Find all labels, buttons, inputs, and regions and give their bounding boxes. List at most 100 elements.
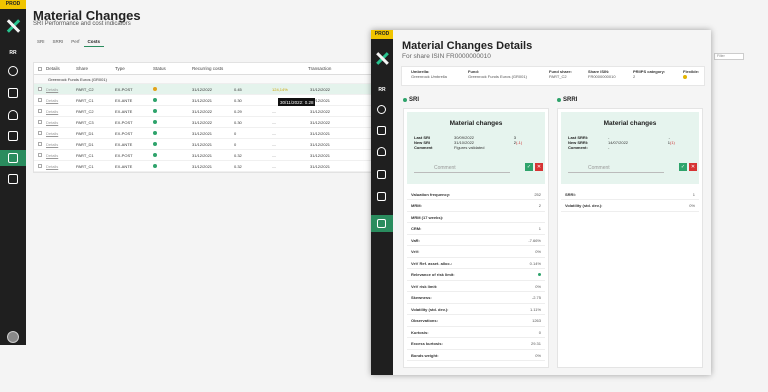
sri-reject-button[interactable]: ✕ [535,163,543,171]
table-row[interactable]: Details PART_C2 EX-ANTE 31/12/2022 0.29 — 31/1… [34,106,372,117]
srri-accept-button[interactable]: ✓ [679,163,687,171]
change-cell: — [272,130,276,136]
transaction-date-cell: 31/12/2022 [310,119,331,125]
user-initials[interactable]: RR [0,50,26,56]
indicator-value: 2 [538,203,541,208]
details-link[interactable]: Details [46,98,76,103]
status-dot-icon [153,108,157,113]
status-cell [153,86,192,92]
panel-user-initials[interactable]: RR [371,87,393,93]
row-checkbox[interactable] [34,87,46,91]
app-logo-icon[interactable] [6,19,20,33]
value-cell: 0.32 [234,163,242,169]
table-row[interactable]: Details PART_C1 EX-ANTE 31/12/2021 0.30 31/12… [34,95,372,106]
status-cell [153,119,192,125]
sri-comment-input[interactable]: Comment [414,164,510,173]
indicator-value: 1 [538,226,541,231]
type-cell: EX-POST [115,130,133,136]
chart-tooltip: 30/11/2022: 0.28 [278,98,316,106]
report-icon[interactable] [8,131,18,141]
indicator-value: -2.75 [531,295,541,300]
share-cell: PART_C3 [76,119,94,125]
indicator-label: Volatility (std. dev.): [411,306,449,312]
details-link[interactable]: Details [46,153,76,158]
table-row[interactable]: Details PART_C2 EX-POST 31/12/2022 0.45 124,1… [34,84,372,95]
indicator-label: VeV: [411,249,420,254]
clock-icon[interactable] [8,66,18,76]
share-cell: PART_C1 [76,163,94,169]
transaction-date-cell: 31/12/2021 [310,130,331,136]
row-checkbox[interactable] [34,164,46,168]
panel-report-icon[interactable] [377,170,386,179]
table-row[interactable]: Details PART_C3 EX-POST 31/12/2022 0.30 — 31/1… [34,117,372,128]
col-transaction[interactable]: Transaction [308,66,342,71]
table-row[interactable]: Details PART_D1 EX-ANTE 31/12/2021 0 — 31/12/2… [34,139,372,150]
select-all-checkbox[interactable] [34,66,46,71]
sri-accept-button[interactable]: ✓ [525,163,533,171]
row-checkbox[interactable] [34,98,46,102]
panel-table-icon[interactable] [377,219,386,228]
transaction-date-cell: 31/12/2022 [310,108,331,114]
filter-input[interactable]: Filter [714,53,744,60]
change-cell: — [272,108,276,114]
indicator-value: 1263 [532,318,541,323]
row-checkbox[interactable] [34,153,46,157]
row-checkbox[interactable] [34,131,46,135]
date-cell: 31/12/2022 [192,119,213,125]
costs-table: Details Share Type Status Recurring cost… [33,62,373,173]
type-cell: EX-ANTE [115,97,133,103]
panel-users-icon[interactable] [377,147,386,156]
srri-reject-button[interactable]: ✕ [689,163,697,171]
panel-book-icon[interactable] [377,192,386,201]
tab-costs[interactable]: Costs [83,37,105,47]
table-row[interactable]: Details PART_C1 EX-POST 31/12/2021 0.32 — 31/1… [34,150,372,161]
date-cell: 31/12/2022 [192,108,213,114]
row-checkbox[interactable] [34,120,46,124]
table-icon[interactable] [8,174,18,184]
details-link[interactable]: Details [46,109,76,114]
tab-perf[interactable]: Perf [67,37,83,47]
details-link[interactable]: Details [46,87,76,92]
env-badge: PROD [0,0,26,9]
details-link[interactable]: Details [46,120,76,125]
srri-indicator-row: Volatility (std. dev.): 0% [561,201,699,212]
panel-clock-icon[interactable] [377,105,386,114]
meta-fund-value: Greenrock Funds Euros (GR001) [468,73,527,79]
row-checkbox[interactable] [34,142,46,146]
book-icon[interactable] [8,153,18,163]
details-link[interactable]: Details [46,131,76,136]
indicator-value: 0% [535,249,541,254]
col-type[interactable]: Type [115,66,153,71]
details-link[interactable]: Details [46,164,76,169]
panel-folder-icon[interactable] [377,126,386,135]
date-cell: 31/12/2021 [192,152,213,158]
col-details[interactable]: Details [46,66,76,71]
tab-sri[interactable]: SRI [33,37,49,47]
status-cell [153,97,192,103]
col-share[interactable]: Share [76,66,115,71]
settings-icon[interactable] [7,331,19,343]
col-status[interactable]: Status [153,66,192,71]
col-recurring-costs[interactable]: Recurring costs [192,66,270,71]
tab-srri[interactable]: SRRI [49,37,68,47]
sri-indicator-row: Kurtosis: 0 [407,327,545,338]
indicator-value: 0.14% [529,260,541,266]
details-link[interactable]: Details [46,142,76,147]
date-cell: 31/12/2021 [192,141,213,147]
table-row[interactable]: Details PART_D1 EX-POST 31/12/2021 0 — 31/12/2… [34,128,372,139]
row-checkbox[interactable] [34,109,46,113]
panel-subtitle: For share ISIN FR0000000010 [402,53,491,60]
sri-indicator-row: Excess kurtosis: 29.31 [407,339,545,350]
change-value: Figures validated [454,144,485,150]
panel-logo-icon[interactable] [376,52,389,65]
sri-indicator-row: VaR: -7.66% [407,235,545,246]
users-icon[interactable] [8,110,18,120]
value-cell: 0.32 [234,152,242,158]
indicator-value: 29.31 [530,341,541,346]
group-row[interactable]: Greenrock Funds Euros (GR001) [34,75,372,84]
table-row[interactable]: Details PART_C1 EX-ANTE 31/12/2021 0.32 — 31/1… [34,161,372,172]
folder-icon[interactable] [8,88,18,98]
srri-comment-input[interactable]: Comment [568,164,664,173]
indicator-label: VeV Ref. asset. alloc.: [411,260,453,266]
sri-indicator-row: MRM: 2 [407,201,545,212]
